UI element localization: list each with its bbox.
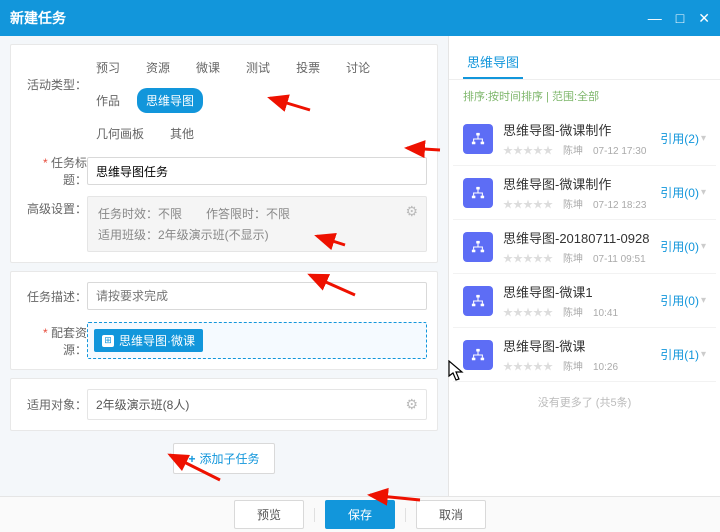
resource-dropzone[interactable]: ⊞ 思维导图·微课 bbox=[87, 322, 427, 359]
rating-stars: ★★★★★ bbox=[503, 362, 553, 373]
mindmap-icon: ⊞ bbox=[102, 335, 114, 347]
cancel-button[interactable]: 取消 bbox=[416, 500, 486, 529]
resource-title: 思维导图-微课 bbox=[503, 336, 660, 355]
reference-button[interactable]: 引用(1) ▾ bbox=[660, 346, 706, 363]
list-end-note: 没有更多了 (共5条) bbox=[453, 382, 716, 426]
gear-icon[interactable]: ⚙ bbox=[405, 396, 418, 413]
reference-button[interactable]: 引用(0) ▾ bbox=[660, 238, 706, 255]
resource-item[interactable]: 思维导图-微课制作★★★★★ 陈坤 07-12 18:23引用(0) ▾ bbox=[453, 166, 716, 220]
resource-item[interactable]: 思维导图-20180711-0928★★★★★ 陈坤 07-11 09:51引用… bbox=[453, 220, 716, 274]
close-button[interactable]: ✕ bbox=[698, 10, 710, 27]
chevron-down-icon: ▾ bbox=[701, 349, 706, 360]
activity-tab[interactable]: 测试 bbox=[237, 55, 279, 80]
resource-item[interactable]: 思维导图-微课★★★★★ 陈坤 10:26引用(1) ▾ bbox=[453, 328, 716, 382]
resource-label: 配套资源： bbox=[25, 324, 87, 358]
minimize-button[interactable]: — bbox=[648, 10, 662, 27]
mindmap-icon bbox=[463, 232, 493, 262]
chevron-down-icon: ▾ bbox=[701, 133, 706, 144]
chevron-down-icon: ▾ bbox=[701, 241, 706, 252]
activity-tab[interactable]: 思维导图 bbox=[137, 88, 203, 113]
advanced-settings-box: ⚙ 任务时效：不限 作答限时：不限 适用班级：2年级演示班(不显示) bbox=[87, 196, 427, 252]
window-title: 新建任务 bbox=[10, 8, 66, 28]
rating-stars: ★★★★★ bbox=[503, 200, 553, 211]
rating-stars: ★★★★★ bbox=[503, 308, 553, 319]
desc-label: 任务描述： bbox=[25, 288, 87, 305]
activity-tab[interactable]: 微课 bbox=[187, 55, 229, 80]
reference-button[interactable]: 引用(0) ▾ bbox=[660, 184, 706, 201]
panel-tab-mindmap[interactable]: 思维导图 bbox=[463, 46, 523, 79]
activity-tab[interactable]: 作品 bbox=[87, 88, 129, 113]
resource-title: 思维导图-微课1 bbox=[503, 282, 660, 301]
rating-stars: ★★★★★ bbox=[503, 146, 553, 157]
maximize-button[interactable]: □ bbox=[676, 10, 684, 27]
mindmap-icon bbox=[463, 340, 493, 370]
preview-button[interactable]: 预览 bbox=[234, 500, 304, 529]
target-label: 适用对象： bbox=[25, 396, 87, 413]
activity-tab[interactable]: 预习 bbox=[87, 55, 129, 80]
reference-button[interactable]: 引用(2) ▾ bbox=[660, 130, 706, 147]
target-box[interactable]: 2年级演示班(8人) ⚙ bbox=[87, 389, 427, 420]
plus-icon: + bbox=[188, 452, 195, 466]
task-title-label: 任务标题： bbox=[25, 154, 87, 188]
chevron-down-icon: ▾ bbox=[701, 295, 706, 306]
save-button[interactable]: 保存 bbox=[325, 500, 395, 529]
gear-icon[interactable]: ⚙ bbox=[405, 203, 418, 220]
activity-tab[interactable]: 资源 bbox=[137, 55, 179, 80]
mindmap-icon bbox=[463, 286, 493, 316]
activity-type-label: 活动类型： bbox=[25, 76, 87, 93]
desc-input[interactable] bbox=[87, 282, 427, 310]
resource-item[interactable]: 思维导图-微课1★★★★★ 陈坤 10:41引用(0) ▾ bbox=[453, 274, 716, 328]
activity-tab[interactable]: 投票 bbox=[287, 55, 329, 80]
resource-item[interactable]: 思维导图-微课制作★★★★★ 陈坤 07-12 17:30引用(2) ▾ bbox=[453, 112, 716, 166]
mindmap-icon bbox=[463, 124, 493, 154]
activity-tab[interactable]: 讨论 bbox=[337, 55, 379, 80]
sort-bar[interactable]: 排序:按时间排序 | 范围:全部 bbox=[449, 80, 720, 112]
resource-title: 思维导图-微课制作 bbox=[503, 120, 660, 139]
resource-title: 思维导图-20180711-0928 bbox=[503, 228, 660, 247]
add-subtask-button[interactable]: + 添加子任务 bbox=[173, 443, 274, 474]
rating-stars: ★★★★★ bbox=[503, 254, 553, 265]
resource-chip[interactable]: ⊞ 思维导图·微课 bbox=[94, 329, 203, 352]
mindmap-icon bbox=[463, 178, 493, 208]
reference-button[interactable]: 引用(0) ▾ bbox=[660, 292, 706, 309]
task-title-input[interactable] bbox=[87, 157, 427, 185]
activity-tab[interactable]: 其他 bbox=[161, 121, 203, 146]
chevron-down-icon: ▾ bbox=[701, 187, 706, 198]
resource-title: 思维导图-微课制作 bbox=[503, 174, 660, 193]
activity-tab[interactable]: 几何画板 bbox=[87, 121, 153, 146]
advanced-label: 高级设置： bbox=[25, 196, 87, 217]
